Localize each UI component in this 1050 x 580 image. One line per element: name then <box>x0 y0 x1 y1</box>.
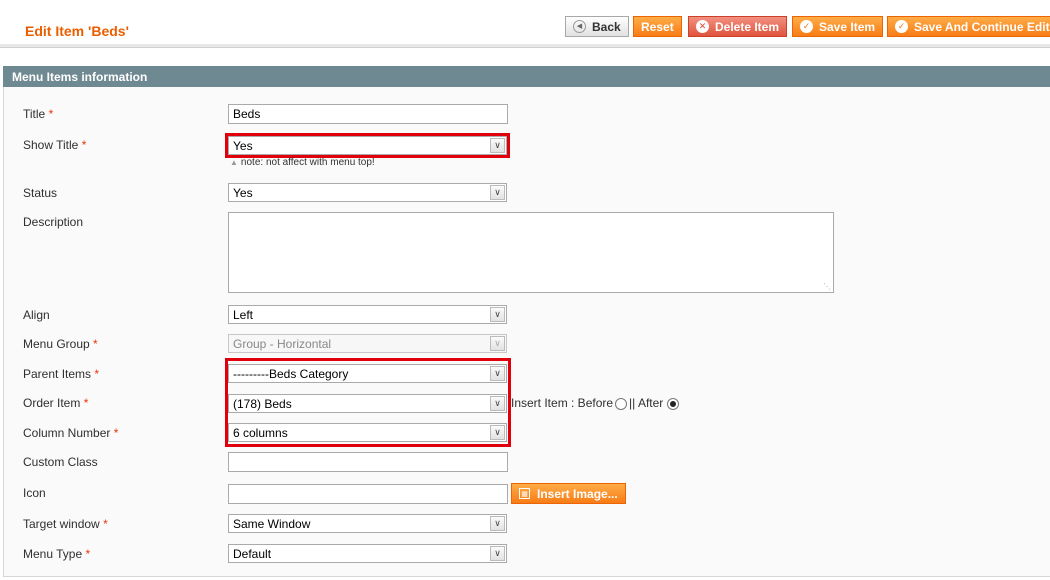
description-label: Description <box>23 215 84 229</box>
menu-type-value: Default <box>233 547 272 561</box>
back-arrow-icon: ◀ <box>573 20 586 33</box>
chevron-down-icon: ∨ <box>490 185 505 200</box>
delete-button-label: Delete Item <box>715 19 780 34</box>
save-and-continue-button[interactable]: ✓ Save And Continue Edit <box>887 16 1050 37</box>
chevron-down-icon: ∨ <box>490 307 505 322</box>
save-continue-button-label: Save And Continue Edit <box>914 19 1050 34</box>
insert-image-label: Insert Image... <box>537 486 618 501</box>
insert-after-radio[interactable] <box>667 398 680 410</box>
image-icon: ▦ <box>519 488 530 499</box>
save-button-label: Save Item <box>819 19 876 34</box>
order-item-label: Order Item * <box>23 396 89 410</box>
menu-group-label: Menu Group * <box>23 337 98 351</box>
status-label: Status <box>23 186 58 200</box>
chevron-down-icon: ∨ <box>490 516 505 531</box>
save-item-button[interactable]: ✓ Save Item <box>792 16 884 37</box>
align-value: Left <box>233 308 254 322</box>
show-title-label: Show Title * <box>23 138 87 152</box>
checkmark-icon: ✓ <box>800 20 813 33</box>
target-window-select[interactable]: Same Window ∨ <box>228 514 507 533</box>
target-window-value: Same Window <box>233 517 311 531</box>
icon-label: Icon <box>23 486 46 500</box>
fieldset-legend: Menu Items information <box>3 66 1050 87</box>
insert-position: Insert Item : Before || After <box>511 396 681 410</box>
delete-icon: ✕ <box>696 20 709 33</box>
title-label: Title * <box>23 107 54 121</box>
checkmark-icon: ✓ <box>895 20 908 33</box>
insert-image-button[interactable]: ▦ Insert Image... <box>511 483 626 504</box>
page-header: Edit Item 'Beds' ◀ Back Reset ✕ Delete I… <box>0 0 1050 44</box>
insert-before-label: Insert Item : Before <box>511 396 614 410</box>
triangle-icon: ▲ <box>230 158 238 167</box>
custom-class-label: Custom Class <box>23 455 98 469</box>
delete-item-button[interactable]: ✕ Delete Item <box>688 16 788 37</box>
highlight-box <box>225 133 510 158</box>
back-button[interactable]: ◀ Back <box>565 16 629 37</box>
description-textarea[interactable]: ⋱ <box>228 212 834 293</box>
menu-type-label: Menu Type * <box>23 547 91 561</box>
title-input[interactable] <box>228 104 508 124</box>
back-button-label: Back <box>592 19 621 34</box>
align-label: Align <box>23 308 50 322</box>
page-title: Edit Item 'Beds' <box>25 23 129 39</box>
menu-group-select: Group - Horizontal ∨ <box>228 334 507 353</box>
insert-before-radio[interactable] <box>615 398 628 410</box>
highlight-box <box>225 358 511 447</box>
show-title-note: ▲ note: not affect with menu top! <box>230 157 375 168</box>
resize-handle-icon[interactable]: ⋱ <box>823 282 831 291</box>
status-value: Yes <box>233 186 253 200</box>
reset-button[interactable]: Reset <box>633 16 682 37</box>
reset-button-label: Reset <box>641 19 674 34</box>
icon-input[interactable] <box>228 484 508 504</box>
column-number-label: Column Number * <box>23 426 119 440</box>
align-select[interactable]: Left ∨ <box>228 305 507 324</box>
chevron-down-icon: ∨ <box>490 546 505 561</box>
insert-after-label: || After <box>629 396 664 410</box>
custom-class-input[interactable] <box>228 452 508 472</box>
menu-group-value: Group - Horizontal <box>233 337 332 351</box>
header-divider <box>0 44 1050 48</box>
target-window-label: Target window * <box>23 517 108 531</box>
chevron-down-icon: ∨ <box>490 336 505 351</box>
parent-items-label: Parent Items * <box>23 367 100 381</box>
status-select[interactable]: Yes ∨ <box>228 183 507 202</box>
menu-type-select[interactable]: Default ∨ <box>228 544 507 563</box>
